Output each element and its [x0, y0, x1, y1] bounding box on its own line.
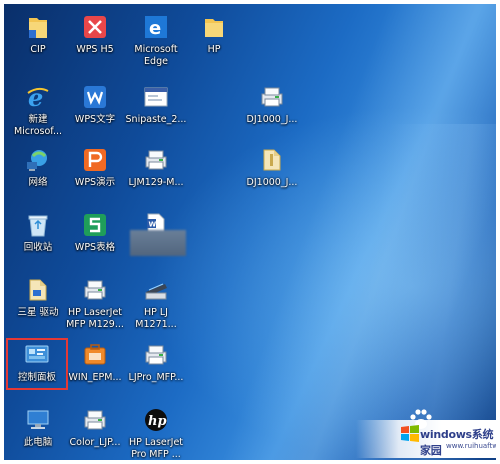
icon-label: CIP [30, 44, 46, 55]
desktop-icon-ljpro-mfp[interactable]: LJPro_MFP... [124, 342, 188, 384]
folder-icon [201, 14, 227, 40]
icon-label: LJPro_MFP... [128, 372, 184, 383]
icon-label: 此电脑 [23, 437, 53, 448]
icon-label: 控制面板 [17, 372, 56, 383]
svg-text:hp: hp [148, 414, 167, 429]
icon-label: WPS文字 [74, 114, 116, 125]
desktop-icon-hp[interactable]: HP [182, 14, 246, 56]
icon-label: 回收站 [23, 242, 53, 253]
desktop-icon-win-epm[interactable]: WIN_EPM... [63, 342, 127, 384]
icon-label: 三星 驱动 [17, 307, 59, 318]
desktop-icon-samsung-driver[interactable]: 三星 驱动 [6, 277, 70, 319]
desktop-icon-wps-spreadsheet[interactable]: WPS表格 [63, 212, 127, 254]
computer-icon [25, 407, 51, 433]
icon-label: Snipaste_2... [125, 114, 187, 125]
icon-label: 新建 Microsof... [13, 114, 63, 137]
printer-icon [259, 84, 285, 110]
ie-icon: e [25, 84, 51, 110]
desktop-icon-ljm129[interactable]: LJM129-M... [124, 147, 188, 189]
toolbox-icon [82, 342, 108, 368]
wps-spreadsheet-icon [82, 212, 108, 238]
desktop-icon-ie[interactable]: e 新建 Microsof... [6, 84, 70, 138]
desktop-icon-wps-presentation[interactable]: WPS演示 [63, 147, 127, 189]
icon-label: Color_LJP... [69, 437, 121, 448]
desktop-icon-control-panel[interactable]: 控制面板 [5, 342, 69, 384]
wallpaper-light-beam [213, 4, 496, 460]
svg-text:e: e [149, 18, 161, 39]
folder-icon [25, 277, 51, 303]
folder-icon [25, 14, 51, 40]
svg-text:W: W [149, 221, 157, 229]
desktop-icon-dj1000-printer[interactable]: DJ1000_J... [240, 84, 304, 126]
icon-label: WIN_EPM... [68, 372, 122, 383]
edge-icon: e [143, 14, 169, 40]
icon-label: WPS H5 [76, 44, 114, 55]
printer-icon [82, 407, 108, 433]
printer-icon [143, 147, 169, 173]
desktop-icon-wps-writer[interactable]: WPS文字 [63, 84, 127, 126]
desktop-icon-this-pc[interactable]: 此电脑 [6, 407, 70, 449]
watermark: windows系统家园 www.ruihuaftw.com [356, 420, 496, 458]
recycle-bin-icon [25, 212, 51, 238]
watermark-url: www.ruihuaftw.com [446, 442, 496, 450]
scanner-icon [143, 277, 169, 303]
desktop-icon-color-ljp[interactable]: Color_LJP... [63, 407, 127, 449]
icon-label: 网络 [28, 177, 48, 188]
control-panel-icon [24, 342, 50, 368]
desktop[interactable]: CIP e 新建 Microsof... 网络 回收站 三星 驱动 控制面板 此… [4, 4, 496, 460]
screenshot-frame: CIP e 新建 Microsof... 网络 回收站 三星 驱动 控制面板 此… [0, 0, 500, 464]
icon-label: HP LaserJet Pro MFP ... [128, 437, 184, 460]
icon-label: WPS表格 [74, 242, 116, 253]
desktop-icon-wps-h5[interactable]: WPS H5 [63, 14, 127, 56]
desktop-icon-network[interactable]: 网络 [6, 147, 70, 189]
desktop-icon-snipaste[interactable]: Snipaste_2... [124, 84, 188, 126]
hp-logo-icon: hp [143, 407, 169, 433]
icon-label: DJ1000_J... [246, 114, 298, 125]
desktop-icon-cip[interactable]: CIP [6, 14, 70, 56]
desktop-icon-hp-lj-m1271[interactable]: HP LJ M1271... [124, 277, 188, 331]
icon-label: HP LJ M1271... [135, 307, 177, 330]
wps-presentation-icon [82, 147, 108, 173]
desktop-icon-recycle-bin[interactable]: 回收站 [6, 212, 70, 254]
wps-writer-icon [82, 84, 108, 110]
wps-h5-icon [82, 14, 108, 40]
desktop-icon-dj1000-archive[interactable]: DJ1000_J... [240, 147, 304, 189]
image-file-icon [143, 84, 169, 110]
icon-label: WPS演示 [74, 177, 116, 188]
desktop-icon-microsoft-edge[interactable]: e Microsoft Edge [124, 14, 188, 68]
printer-icon [143, 342, 169, 368]
folder-zip-icon [259, 147, 285, 173]
redacted-label [130, 230, 186, 256]
network-icon [25, 147, 51, 173]
desktop-icon-hp-laserjet-mfp-m129[interactable]: HP LaserJet MFP M129... [63, 277, 127, 331]
desktop-icon-hp-laserjet-pro-mfp[interactable]: hp HP LaserJet Pro MFP ... [124, 407, 188, 460]
icon-label: HP LaserJet MFP M129... [66, 307, 124, 330]
icon-label: HP [207, 44, 221, 55]
icon-label: Microsoft Edge [134, 44, 178, 67]
icon-label: LJM129-M... [128, 177, 184, 188]
printer-icon [82, 277, 108, 303]
icon-label: DJ1000_J... [246, 177, 298, 188]
